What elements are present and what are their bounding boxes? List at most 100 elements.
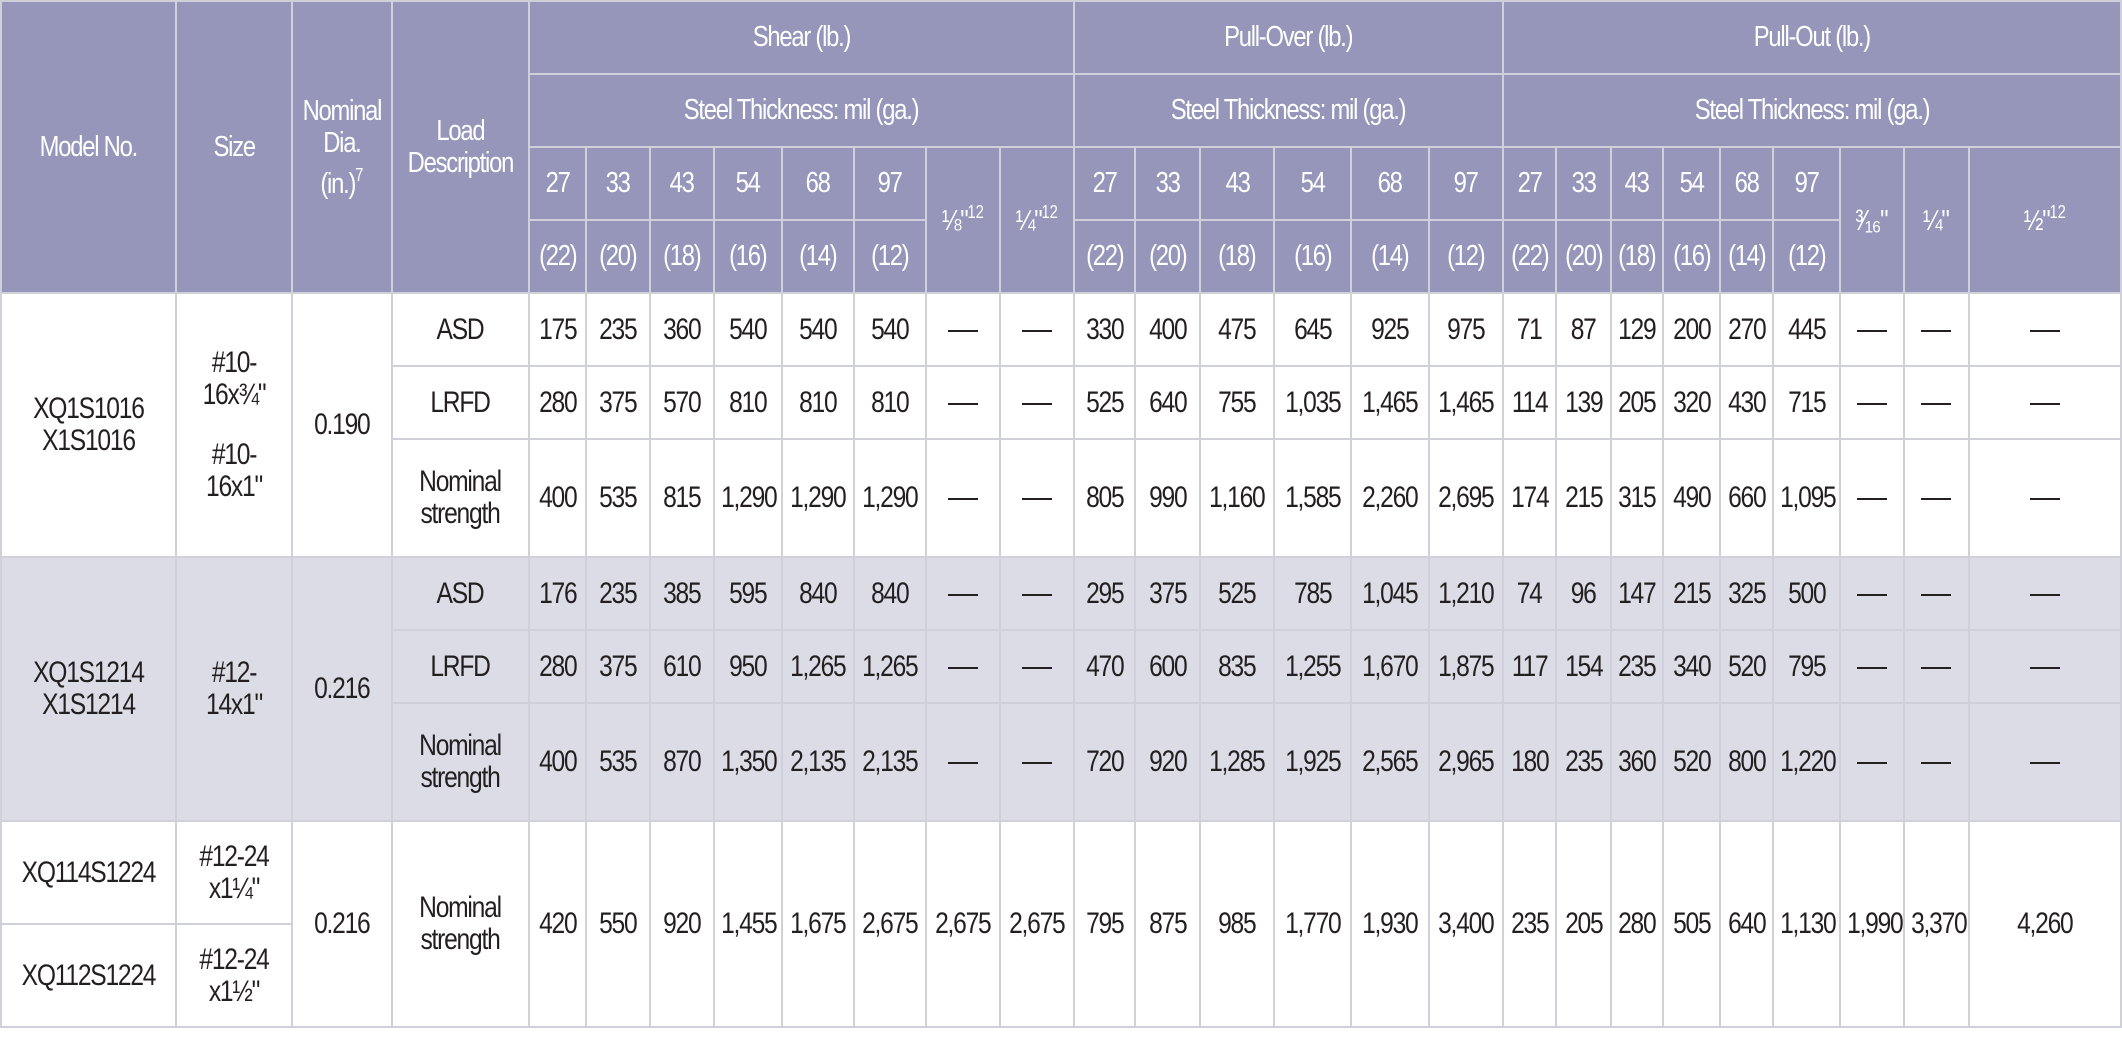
value-cell: 990 bbox=[1134, 438, 1202, 558]
cell-text: 490 bbox=[1672, 481, 1712, 514]
value-cell: 2,675 bbox=[998, 820, 1075, 1028]
value-cell bbox=[1967, 702, 2122, 822]
cell-text: 54 bbox=[735, 167, 761, 199]
size-cell: #12-24x1½" bbox=[174, 923, 294, 1028]
value-cell: 235 bbox=[1501, 820, 1558, 1028]
cell-text: 3,370 bbox=[1910, 907, 1967, 940]
cell-text: 1,350 bbox=[720, 745, 778, 778]
cell-text: 540 bbox=[798, 312, 838, 346]
cell-text: 174 bbox=[1510, 481, 1550, 514]
value-cell: 645 bbox=[1273, 292, 1353, 367]
cell-text: 54 bbox=[1300, 167, 1326, 199]
dash-not-applicable bbox=[1856, 762, 1887, 765]
value-cell: 375 bbox=[585, 365, 651, 440]
load-description-cell: Nominal strength bbox=[390, 820, 530, 1028]
header-shear-thickness-inch: ⅛"12 bbox=[924, 146, 1001, 294]
dash-not-applicable bbox=[1921, 402, 1952, 405]
load-description-cell: LRFD bbox=[390, 365, 530, 440]
value-cell: 500 bbox=[1772, 556, 1841, 631]
value-cell: 215 bbox=[1662, 556, 1721, 631]
header-pull-out-thickness-inch: ³⁄₁₆" bbox=[1838, 146, 1905, 294]
value-cell bbox=[1902, 292, 1970, 367]
thickness-label: ³⁄₁₆" bbox=[1855, 205, 1889, 237]
cell-text: 154 bbox=[1564, 649, 1604, 683]
load-description: LRFD bbox=[430, 385, 492, 419]
footnote-ref: 12 bbox=[2049, 202, 2066, 222]
value-cell: 235 bbox=[585, 556, 651, 631]
cell-text: 97 bbox=[1794, 167, 1820, 199]
value-cell: 325 bbox=[1718, 556, 1775, 631]
cell-text: 795 bbox=[1787, 649, 1827, 683]
cell-text: X1S1214 bbox=[42, 688, 136, 721]
header-pull-out-gauge: (20) bbox=[1555, 219, 1612, 294]
value-cell bbox=[1838, 629, 1905, 704]
cell-text: 54 bbox=[1679, 167, 1704, 199]
header-pull-over-mil: 27 bbox=[1072, 146, 1137, 221]
value-cell: 205 bbox=[1609, 365, 1665, 440]
cell-text: 600 bbox=[1149, 649, 1188, 683]
cell-text: 33 bbox=[1571, 167, 1596, 199]
dash-not-applicable bbox=[947, 329, 978, 332]
dash-not-applicable bbox=[1856, 666, 1887, 669]
cell-text: 295 bbox=[1085, 576, 1125, 610]
cell-text: 990 bbox=[1149, 481, 1188, 514]
cell-text: 270 bbox=[1727, 312, 1767, 346]
value-cell: 280 bbox=[1609, 820, 1665, 1028]
cell-text: 330 bbox=[1085, 312, 1125, 346]
value-cell: 1,455 bbox=[712, 820, 783, 1028]
cell-text: 540 bbox=[729, 312, 768, 346]
model-no: XQ1S1214 bbox=[3, 657, 174, 689]
cell-text: 1,455 bbox=[720, 907, 778, 940]
header-load-description: Load Description bbox=[390, 0, 530, 294]
thickness-label: ¼" bbox=[1923, 205, 1950, 237]
header-shear-steel-thickness: Steel Thickness: mil (ga.) bbox=[527, 73, 1075, 148]
cell-text: (18) bbox=[1218, 240, 1258, 272]
cell-text: 1,290 bbox=[861, 481, 919, 514]
cell-text: 27 bbox=[545, 167, 570, 199]
cell-text: 920 bbox=[663, 907, 702, 940]
cell-text: 840 bbox=[870, 576, 910, 610]
value-cell: 520 bbox=[1718, 629, 1775, 704]
value-cell: 550 bbox=[585, 820, 651, 1028]
cell-text: 235 bbox=[1564, 745, 1604, 778]
value-cell: 475 bbox=[1199, 292, 1276, 367]
cell-text: 1,925 bbox=[1285, 745, 1342, 778]
cell-text: 805 bbox=[1085, 481, 1125, 514]
value-cell bbox=[1838, 365, 1905, 440]
cell-text: 375 bbox=[599, 649, 638, 683]
cell-text: 875 bbox=[1149, 907, 1188, 940]
value-cell: 129 bbox=[1609, 292, 1665, 367]
cell-text: 280 bbox=[1618, 907, 1657, 940]
dash-not-applicable bbox=[1921, 593, 1952, 596]
cell-text: 33 bbox=[1155, 167, 1181, 199]
cell-text: 139 bbox=[1564, 385, 1604, 419]
value-cell: 215 bbox=[1555, 438, 1612, 558]
value-cell: 600 bbox=[1134, 629, 1202, 704]
cell-text: 755 bbox=[1218, 385, 1258, 419]
value-cell: 875 bbox=[1134, 820, 1202, 1028]
cell-text: #12-24x1¼" bbox=[199, 839, 269, 905]
cell-text: 71 bbox=[1516, 312, 1543, 346]
cell-text: 810 bbox=[729, 385, 768, 419]
value-cell: 805 bbox=[1072, 438, 1137, 558]
value-cell bbox=[998, 629, 1075, 704]
dash-not-applicable bbox=[947, 666, 978, 669]
cell-text: 2,675 bbox=[861, 907, 919, 940]
dash-not-applicable bbox=[2029, 402, 2060, 405]
header-pull-out: Pull-Out (lb.) bbox=[1501, 0, 2122, 75]
value-cell: 810 bbox=[780, 365, 855, 440]
header-pull-out-gauge: (18) bbox=[1609, 219, 1665, 294]
model-no-cell: XQ112S1224 bbox=[0, 923, 177, 1028]
value-cell: 154 bbox=[1555, 629, 1612, 704]
cell-text: (18) bbox=[663, 240, 702, 272]
value-cell: 540 bbox=[712, 292, 783, 367]
cell-text: 660 bbox=[1727, 481, 1767, 514]
cell-text: 147 bbox=[1618, 576, 1657, 610]
load-description: Nominal strength bbox=[419, 891, 502, 956]
dash-not-applicable bbox=[1021, 762, 1052, 765]
value-cell: 400 bbox=[527, 702, 588, 822]
value-cell: 280 bbox=[527, 629, 588, 704]
value-cell: 174 bbox=[1501, 438, 1558, 558]
value-cell: 525 bbox=[1199, 556, 1276, 631]
cell-text: 315 bbox=[1618, 481, 1657, 514]
